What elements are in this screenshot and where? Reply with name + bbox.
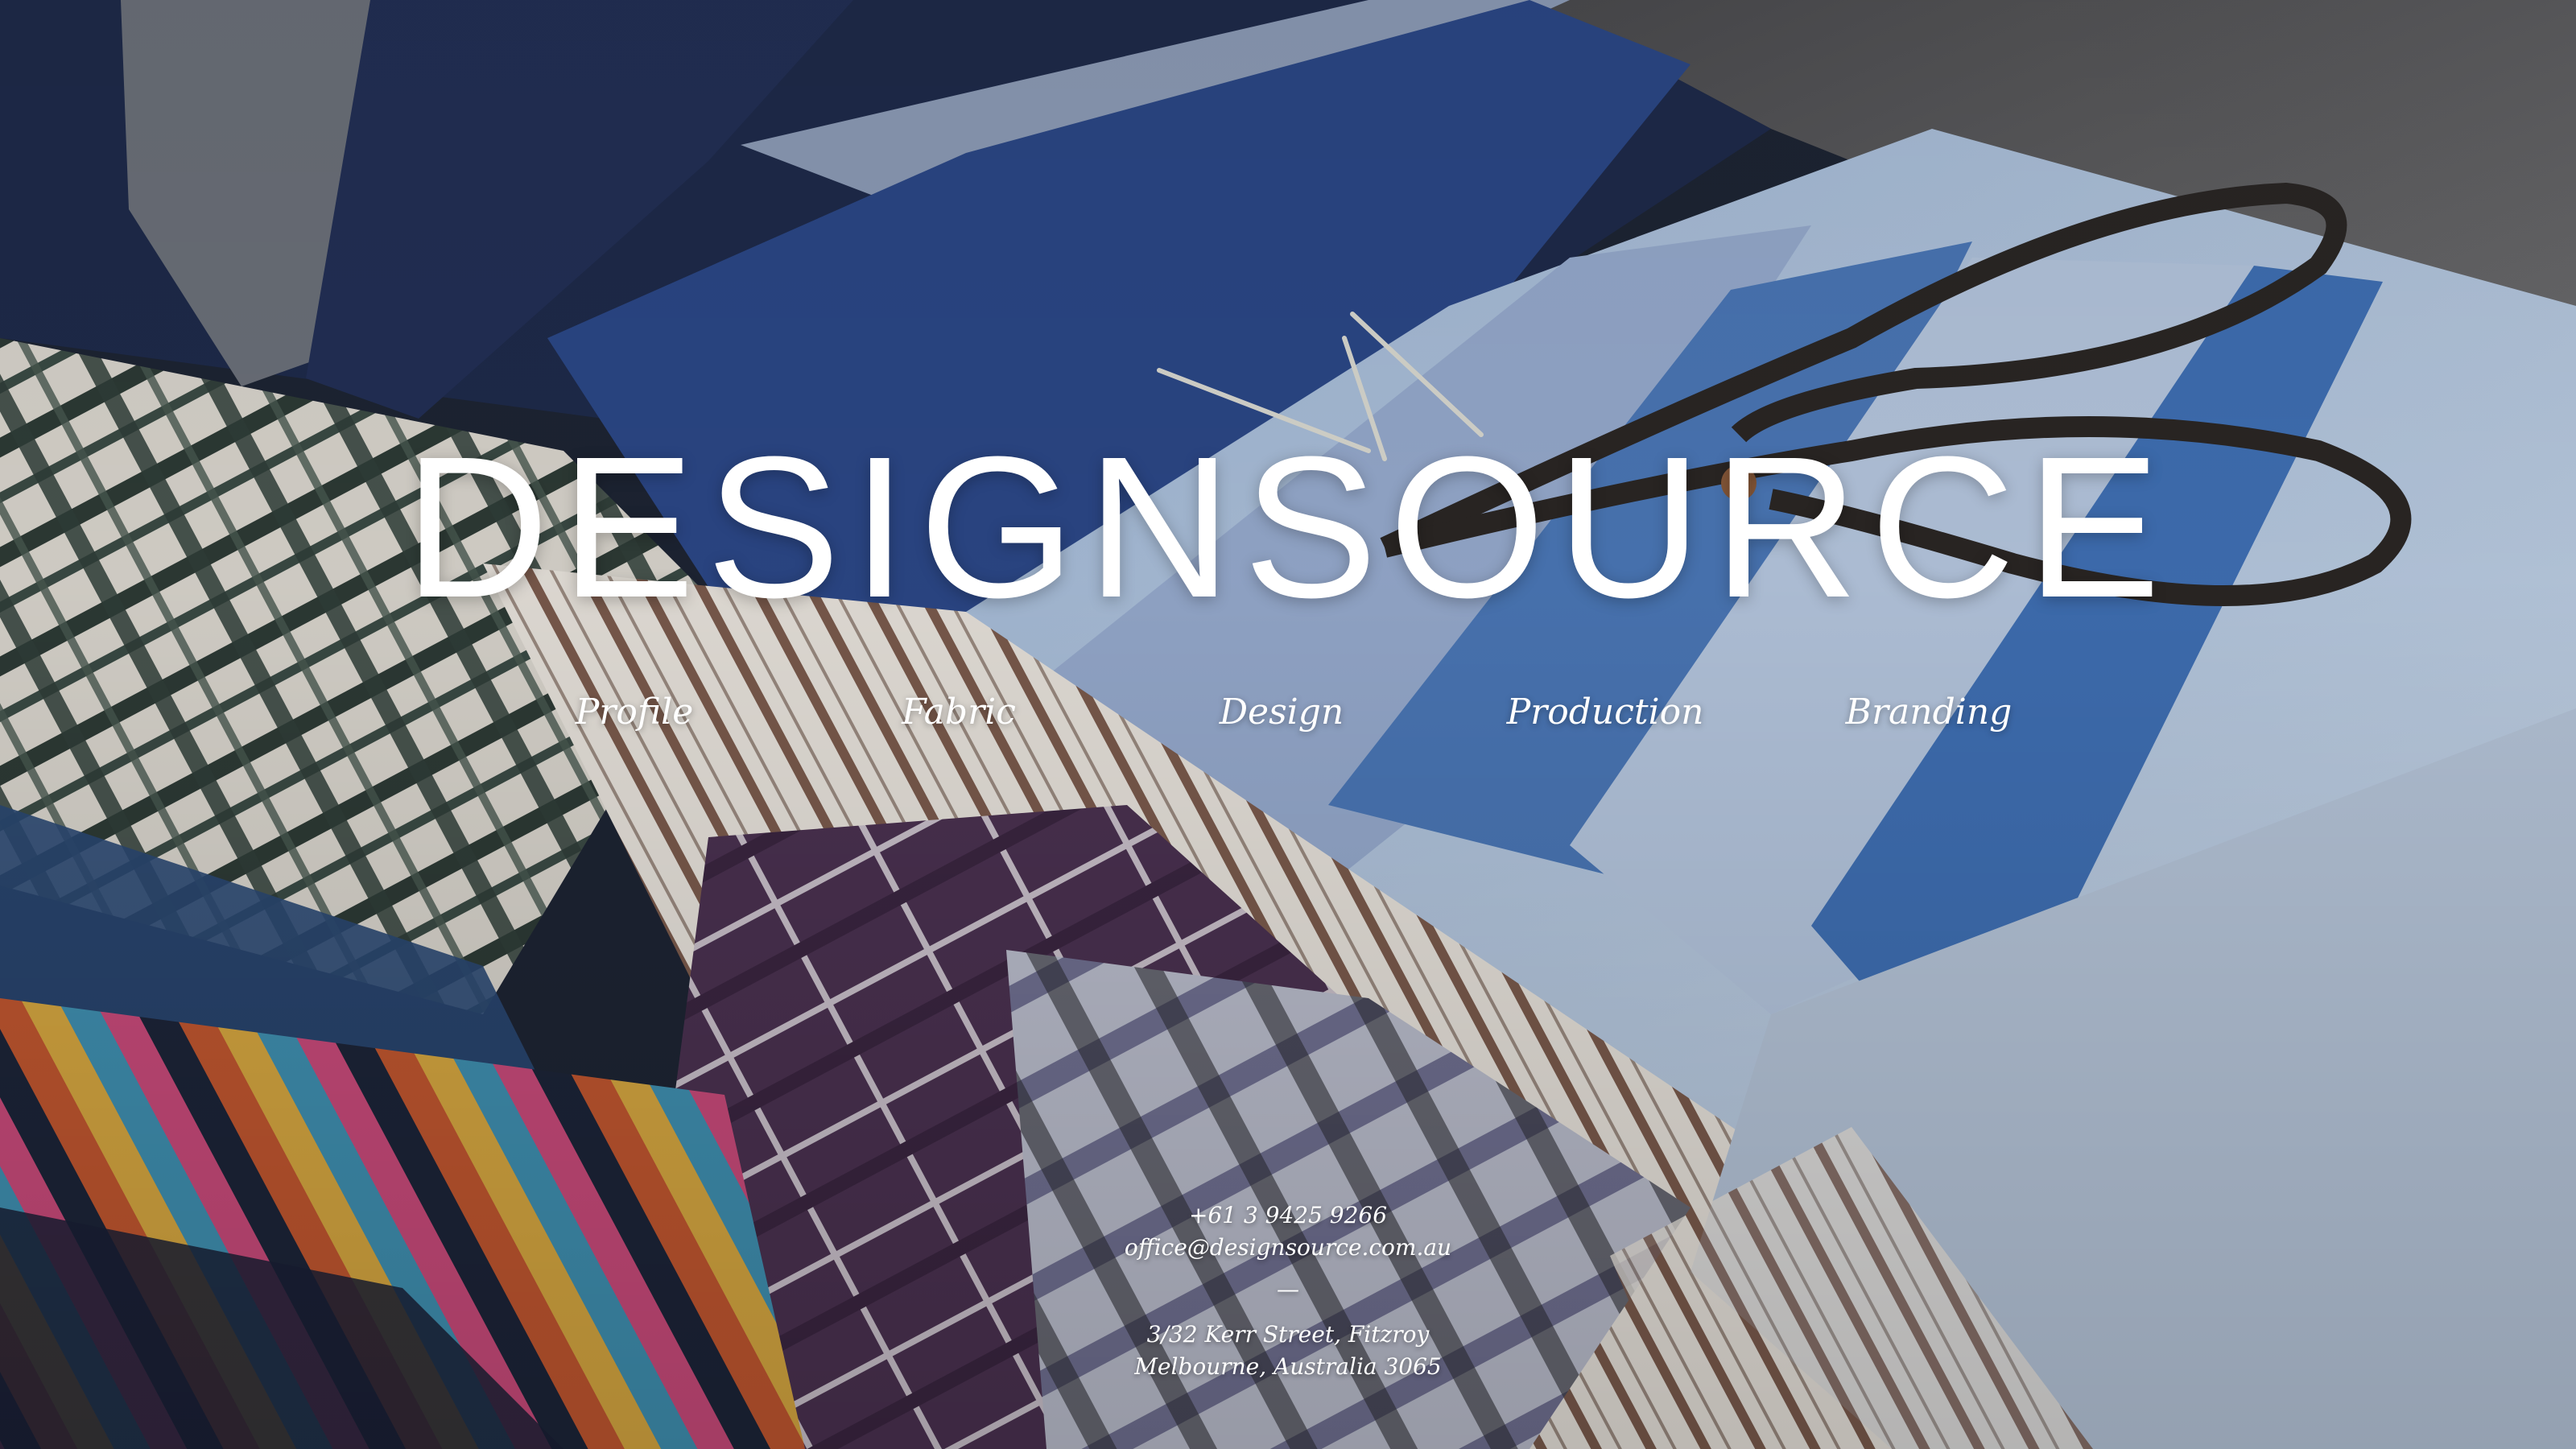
address-line-1: 3/32 Kerr Street, Fitzroy [1146,1321,1430,1348]
email-link[interactable]: office@designsource.com.au [0,1232,2576,1264]
address-line-2: Melbourne, Australia 3065 [1134,1353,1442,1380]
nav-item-branding[interactable]: Branding [1768,688,2090,737]
site-logo-wordmark[interactable]: DESIGNSOURCE [0,427,2576,628]
nav-item-fabric[interactable]: Fabric [798,688,1120,737]
contact-block: +61 3 9425 9266 office@designsource.com.… [0,1199,2576,1383]
hero-section: DESIGNSOURCE Profile Fabric Design Produ… [0,0,2576,1449]
nav-item-production[interactable]: Production [1444,688,1766,737]
nav-item-design[interactable]: Design [1121,688,1443,737]
phone-link[interactable]: +61 3 9425 9266 [0,1199,2576,1232]
nav-item-profile[interactable]: Profile [473,688,795,737]
main-navigation: Profile Fabric Design Production Brandin… [0,688,2576,753]
contact-separator: — [1277,1276,1299,1302]
